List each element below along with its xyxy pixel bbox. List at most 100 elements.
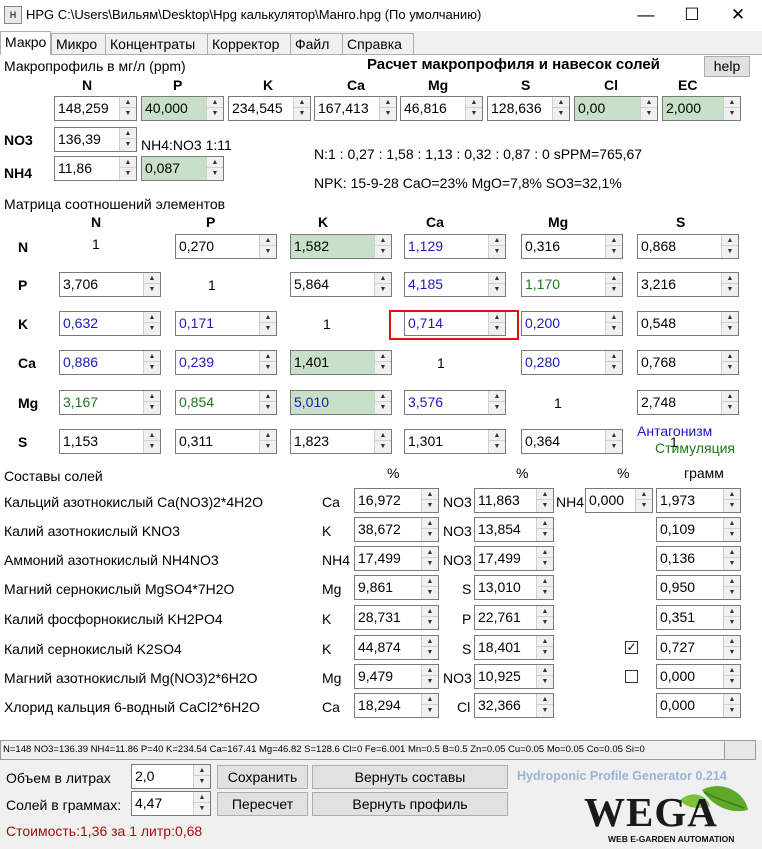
matrix-cell-mg-k[interactable]: 5,010 ▲ ▼ (290, 390, 392, 415)
spin-down-icon[interactable]: ▼ (422, 676, 438, 687)
macro-s-field[interactable]: 128,636 ▲ ▼ (487, 96, 570, 121)
spin-up-icon[interactable]: ▲ (422, 636, 438, 647)
spin-up-icon[interactable]: ▲ (606, 351, 622, 362)
spin-up-icon[interactable]: ▲ (606, 430, 622, 441)
spin-up-icon[interactable]: ▲ (606, 235, 622, 246)
spin-up-icon[interactable]: ▲ (724, 489, 740, 500)
spin-down-icon[interactable]: ▼ (537, 705, 553, 716)
spin-buttons[interactable]: ▲ ▼ (723, 489, 740, 512)
spin-buttons[interactable]: ▲ ▼ (721, 391, 738, 414)
spin-up-icon[interactable]: ▲ (375, 391, 391, 402)
macro-ec-field[interactable]: 2,000 ▲ ▼ (662, 96, 741, 121)
no3-field[interactable]: 136,39 ▲ ▼ (54, 127, 137, 152)
spin-buttons[interactable]: ▲ ▼ (488, 273, 505, 296)
spin-buttons[interactable]: ▲ ▼ (421, 665, 438, 688)
salt-pct-2[interactable]: 10,925 ▲ ▼ (474, 664, 554, 689)
spin-up-icon[interactable]: ▲ (260, 351, 276, 362)
matrix-cell-p-n[interactable]: 3,706 ▲ ▼ (59, 272, 161, 297)
tab-file[interactable]: Файл (290, 33, 343, 55)
salt-checkbox[interactable] (625, 670, 638, 683)
spin-up-icon[interactable]: ▲ (537, 518, 553, 529)
spin-down-icon[interactable]: ▼ (144, 284, 160, 295)
salt-checkbox[interactable]: ✓ (625, 641, 638, 654)
spin-down-icon[interactable]: ▼ (722, 246, 738, 257)
spin-buttons[interactable]: ▲ ▼ (421, 547, 438, 570)
spin-buttons[interactable]: ▲ ▼ (374, 273, 391, 296)
restore-profile-button[interactable]: Вернуть профиль (312, 792, 508, 816)
spin-buttons[interactable]: ▲ ▼ (119, 128, 136, 151)
matrix-cell-n-mg[interactable]: 0,316 ▲ ▼ (521, 234, 623, 259)
spin-buttons[interactable]: ▲ ▼ (605, 312, 622, 335)
minimize-button[interactable]: — (623, 0, 669, 31)
spin-up-icon[interactable]: ▲ (466, 97, 482, 108)
spin-down-icon[interactable]: ▼ (489, 402, 505, 413)
spin-up-icon[interactable]: ▲ (260, 235, 276, 246)
spin-down-icon[interactable]: ▼ (537, 617, 553, 628)
spin-buttons[interactable]: ▲ ▼ (721, 273, 738, 296)
spin-up-icon[interactable]: ▲ (724, 665, 740, 676)
spin-up-icon[interactable]: ▲ (537, 694, 553, 705)
salt-pct-2[interactable]: 32,366 ▲ ▼ (474, 693, 554, 718)
spin-up-icon[interactable]: ▲ (537, 489, 553, 500)
spin-up-icon[interactable]: ▲ (144, 312, 160, 323)
spin-buttons[interactable]: ▲ ▼ (421, 694, 438, 717)
spin-down-icon[interactable]: ▼ (120, 168, 136, 179)
matrix-cell-k-p[interactable]: 0,171 ▲ ▼ (175, 311, 277, 336)
salt-pct-2[interactable]: 13,854 ▲ ▼ (474, 517, 554, 542)
spin-down-icon[interactable]: ▼ (260, 362, 276, 373)
spin-up-icon[interactable]: ▲ (144, 430, 160, 441)
spin-up-icon[interactable]: ▲ (489, 273, 505, 284)
salt-grams[interactable]: 0,351 ▲ ▼ (656, 605, 741, 630)
matrix-cell-s-k[interactable]: 1,823 ▲ ▼ (290, 429, 392, 454)
matrix-cell-mg-p[interactable]: 0,854 ▲ ▼ (175, 390, 277, 415)
salt-grams[interactable]: 0,727 ▲ ▼ (656, 635, 741, 660)
spin-down-icon[interactable]: ▼ (722, 402, 738, 413)
matrix-cell-mg-s[interactable]: 2,748 ▲ ▼ (637, 390, 739, 415)
spin-down-icon[interactable]: ▼ (537, 587, 553, 598)
spin-down-icon[interactable]: ▼ (724, 108, 740, 119)
spin-down-icon[interactable]: ▼ (120, 139, 136, 150)
salts-grams-field[interactable]: 4,47 ▲ ▼ (131, 791, 211, 816)
matrix-cell-ca-n[interactable]: 0,886 ▲ ▼ (59, 350, 161, 375)
spin-up-icon[interactable]: ▲ (120, 157, 136, 168)
spin-up-icon[interactable]: ▲ (724, 547, 740, 558)
spin-buttons[interactable]: ▲ ▼ (259, 391, 276, 414)
save-button[interactable]: Сохранить (217, 765, 308, 789)
salt-pct-3[interactable]: 0,000 ▲ ▼ (585, 488, 653, 513)
spin-buttons[interactable]: ▲ ▼ (723, 636, 740, 659)
spin-up-icon[interactable]: ▲ (120, 97, 136, 108)
spin-buttons[interactable]: ▲ ▼ (206, 97, 223, 120)
spin-up-icon[interactable]: ▲ (260, 312, 276, 323)
spin-buttons[interactable]: ▲ ▼ (640, 97, 657, 120)
matrix-cell-p-mg[interactable]: 1,170 ▲ ▼ (521, 272, 623, 297)
spin-down-icon[interactable]: ▼ (553, 108, 569, 119)
volume-field[interactable]: 2,0 ▲ ▼ (131, 764, 211, 789)
spin-up-icon[interactable]: ▲ (375, 430, 391, 441)
spin-buttons[interactable]: ▲ ▼ (723, 97, 740, 120)
spin-buttons[interactable]: ▲ ▼ (536, 518, 553, 541)
spin-up-icon[interactable]: ▲ (489, 235, 505, 246)
spin-down-icon[interactable]: ▼ (722, 362, 738, 373)
spin-down-icon[interactable]: ▼ (422, 617, 438, 628)
tab-macro[interactable]: Макро (0, 31, 51, 55)
spin-up-icon[interactable]: ▲ (194, 792, 210, 803)
spin-up-icon[interactable]: ▲ (120, 128, 136, 139)
matrix-cell-n-s[interactable]: 0,868 ▲ ▼ (637, 234, 739, 259)
nh4-field[interactable]: 11,86 ▲ ▼ (54, 156, 137, 181)
spin-up-icon[interactable]: ▲ (422, 606, 438, 617)
spin-buttons[interactable]: ▲ ▼ (605, 430, 622, 453)
spin-down-icon[interactable]: ▼ (207, 108, 223, 119)
spin-buttons[interactable]: ▲ ▼ (374, 430, 391, 453)
macro-mg-field[interactable]: 46,816 ▲ ▼ (400, 96, 483, 121)
spin-buttons[interactable]: ▲ ▼ (536, 547, 553, 570)
matrix-cell-n-k[interactable]: 1,582 ▲ ▼ (290, 234, 392, 259)
spin-buttons[interactable]: ▲ ▼ (421, 576, 438, 599)
spin-down-icon[interactable]: ▼ (606, 323, 622, 334)
help-button[interactable]: help (704, 56, 750, 77)
matrix-cell-n-p[interactable]: 0,270 ▲ ▼ (175, 234, 277, 259)
spin-down-icon[interactable]: ▼ (724, 617, 740, 628)
spin-down-icon[interactable]: ▼ (375, 246, 391, 257)
spin-up-icon[interactable]: ▲ (144, 391, 160, 402)
salt-grams[interactable]: 0,136 ▲ ▼ (656, 546, 741, 571)
salt-pct-2[interactable]: 22,761 ▲ ▼ (474, 605, 554, 630)
